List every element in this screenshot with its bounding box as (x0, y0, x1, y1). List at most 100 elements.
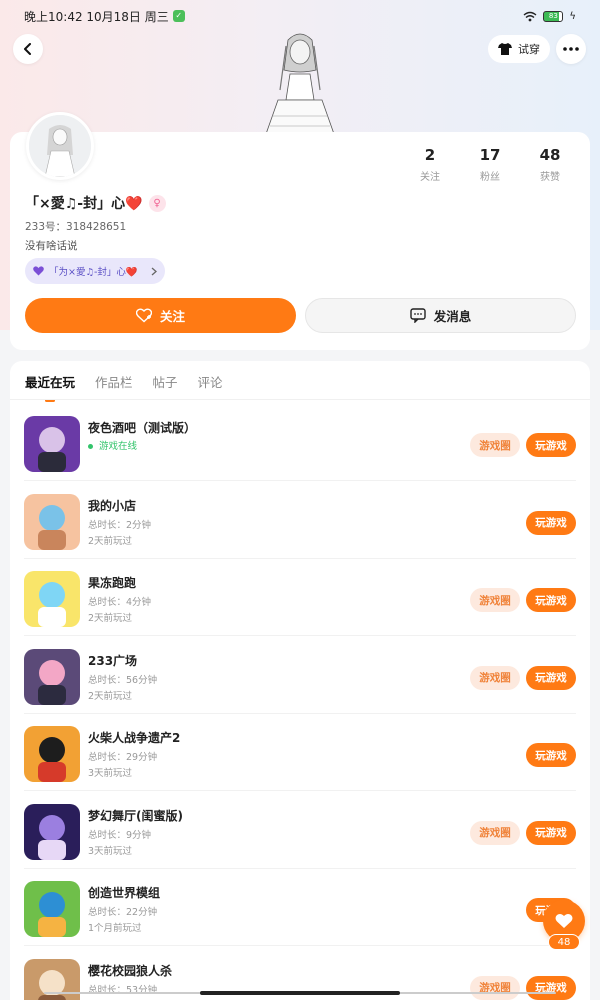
battery-icon: 83 (543, 10, 564, 22)
play-game-button[interactable]: 玩游戏 (526, 975, 576, 1000)
play-game-button[interactable]: 玩游戏 (526, 743, 576, 767)
game-name: 我的小店 (88, 498, 137, 513)
game-playtime: 总时长：22分钟 (88, 907, 158, 918)
game-icon[interactable] (24, 726, 80, 782)
avatar[interactable] (26, 112, 94, 180)
game-playtime: 总时长：4分钟 (88, 597, 152, 608)
chat-bubble-icon (410, 308, 426, 323)
stat-likes[interactable]: 48 获赞 (520, 146, 580, 183)
try-on-button[interactable]: 试穿 (488, 35, 550, 63)
user-bio: 没有啥话说 (25, 240, 78, 252)
chevron-right-icon (151, 267, 157, 275)
game-last-played: 3天前玩过 (88, 768, 133, 779)
wechat-notification-icon: ✓ (172, 10, 185, 22)
game-row[interactable]: 我的小店 总时长：2分钟 2天前玩过 玩游戏 (10, 481, 590, 559)
stat-label: 粉丝 (480, 172, 500, 183)
status-bar: 晚上10:42 10月18日 周三 ✓ 83 ϟ (0, 0, 600, 32)
game-icon[interactable] (24, 571, 80, 627)
add-friend-icon (135, 308, 152, 323)
game-icon-art (24, 803, 80, 860)
game-playtime: 总时长：2分钟 (88, 519, 152, 531)
charging-icon: ϟ (569, 10, 576, 22)
game-icon-art (24, 648, 80, 705)
tab-comments[interactable]: 评论 (198, 372, 223, 399)
game-last-played: 3天前玩过 (88, 845, 133, 857)
stat-value: 48 (539, 146, 561, 164)
stat-following[interactable]: 2 关注 (400, 146, 460, 183)
game-name: 创造世界模组 (88, 886, 161, 900)
play-game-button[interactable]: 玩游戏 (526, 433, 576, 457)
try-on-label: 试穿 (518, 43, 540, 56)
tab-recently-played[interactable]: 最近在玩 (25, 372, 75, 402)
game-row[interactable]: 果冻跑跑 总时长：4分钟 2天前玩过 游戏圈 玩游戏 (10, 558, 590, 636)
game-name: 夜色酒吧（测试版） (88, 421, 197, 435)
game-last-played: 2天前玩过 (88, 613, 133, 624)
game-circle-button[interactable]: 游戏圈 (470, 588, 520, 612)
wifi-icon (523, 11, 537, 21)
game-last-played: 2天前玩过 (88, 690, 133, 702)
online-dot-icon (88, 444, 93, 449)
shirt-icon (498, 43, 512, 55)
game-name: 233广场 (88, 653, 138, 668)
follow-button[interactable]: 关注 (25, 298, 296, 333)
username: 「×愛♫-封」心❤️ ♀ (25, 193, 166, 213)
game-playtime: 总时长：9分钟 (88, 829, 152, 841)
game-circle-button[interactable]: 游戏圈 (470, 975, 520, 1000)
stat-label: 关注 (420, 172, 440, 183)
user-id: 233号：318428651 (25, 221, 127, 233)
play-game-button[interactable]: 玩游戏 (526, 820, 576, 845)
more-button[interactable] (556, 34, 586, 64)
home-indicator[interactable] (200, 991, 400, 995)
game-name: 樱花校园狼人杀 (88, 963, 173, 978)
game-circle-button[interactable]: 游戏圈 (470, 665, 520, 690)
game-name: 果冻跑跑 (88, 576, 137, 590)
game-playtime: 总时长：56分钟 (88, 674, 158, 686)
message-button[interactable]: 发消息 (305, 298, 576, 333)
play-game-button[interactable]: 玩游戏 (526, 665, 576, 690)
game-playtime: 总时长：29分钟 (88, 752, 158, 763)
game-icon[interactable] (24, 416, 80, 472)
play-game-button[interactable]: 玩游戏 (526, 510, 576, 535)
game-circle-button[interactable]: 游戏圈 (470, 433, 520, 457)
game-icon-art (24, 416, 80, 472)
battery-level: 83 (548, 12, 558, 20)
follow-label: 关注 (159, 309, 185, 324)
avatar-image (29, 115, 91, 177)
like-count: 48 (548, 934, 580, 950)
game-icon-art (24, 881, 80, 937)
game-icon-art (24, 493, 80, 550)
tab-posts[interactable]: 帖子 (153, 372, 178, 399)
game-name: 火柴人战争遗产2 (88, 731, 181, 745)
game-online-text: 游戏在线 (99, 441, 138, 452)
game-circle-button[interactable]: 游戏圈 (470, 820, 520, 845)
game-icon-art (24, 571, 80, 627)
tab-works[interactable]: 作品栏 (95, 372, 133, 399)
profile-tabs: 最近在玩 作品栏 帖子 评论 (25, 372, 223, 402)
game-row[interactable]: 创造世界模组 总时长：22分钟 1个月前玩过 玩游戏 (10, 868, 590, 946)
game-row[interactable]: 火柴人战争遗产2 总时长：29分钟 3天前玩过 玩游戏 (10, 713, 590, 791)
title-tag[interactable]: 「为×愛♫-封」心❤️ (25, 258, 165, 284)
message-label: 发消息 (433, 309, 472, 324)
more-dots-icon (563, 47, 579, 51)
tabs-divider (10, 399, 590, 400)
game-name: 梦幻舞厅(闺蜜版) (88, 808, 183, 823)
game-icon-art (24, 726, 80, 782)
game-icon[interactable] (24, 493, 80, 550)
stat-value: 2 (424, 146, 436, 164)
game-row[interactable]: 233广场 总时长：56分钟 2天前玩过 游戏圈 玩游戏 (10, 636, 590, 714)
game-last-played: 2天前玩过 (88, 535, 133, 547)
stat-followers[interactable]: 17 粉丝 (460, 146, 520, 183)
game-row[interactable]: 夜色酒吧（测试版） 游戏在线 游戏圈 玩游戏 (10, 403, 590, 481)
username-text: 「×愛♫-封」心❤️ (25, 196, 143, 212)
game-online-status: 游戏在线 (88, 438, 137, 452)
game-row[interactable]: 梦幻舞厅(闺蜜版) 总时长：9分钟 3天前玩过 游戏圈 玩游戏 (10, 791, 590, 869)
game-icon[interactable] (24, 648, 80, 705)
avatar-3d-figure[interactable] (258, 30, 342, 134)
title-tag-label: 「为×愛♫-封」心❤️ (49, 267, 138, 278)
back-button[interactable] (13, 34, 43, 64)
play-game-button[interactable]: 玩游戏 (526, 588, 576, 612)
game-icon[interactable] (24, 803, 80, 860)
game-icon[interactable] (24, 881, 80, 937)
heart-icon (555, 913, 573, 928)
stat-value: 17 (479, 146, 501, 164)
